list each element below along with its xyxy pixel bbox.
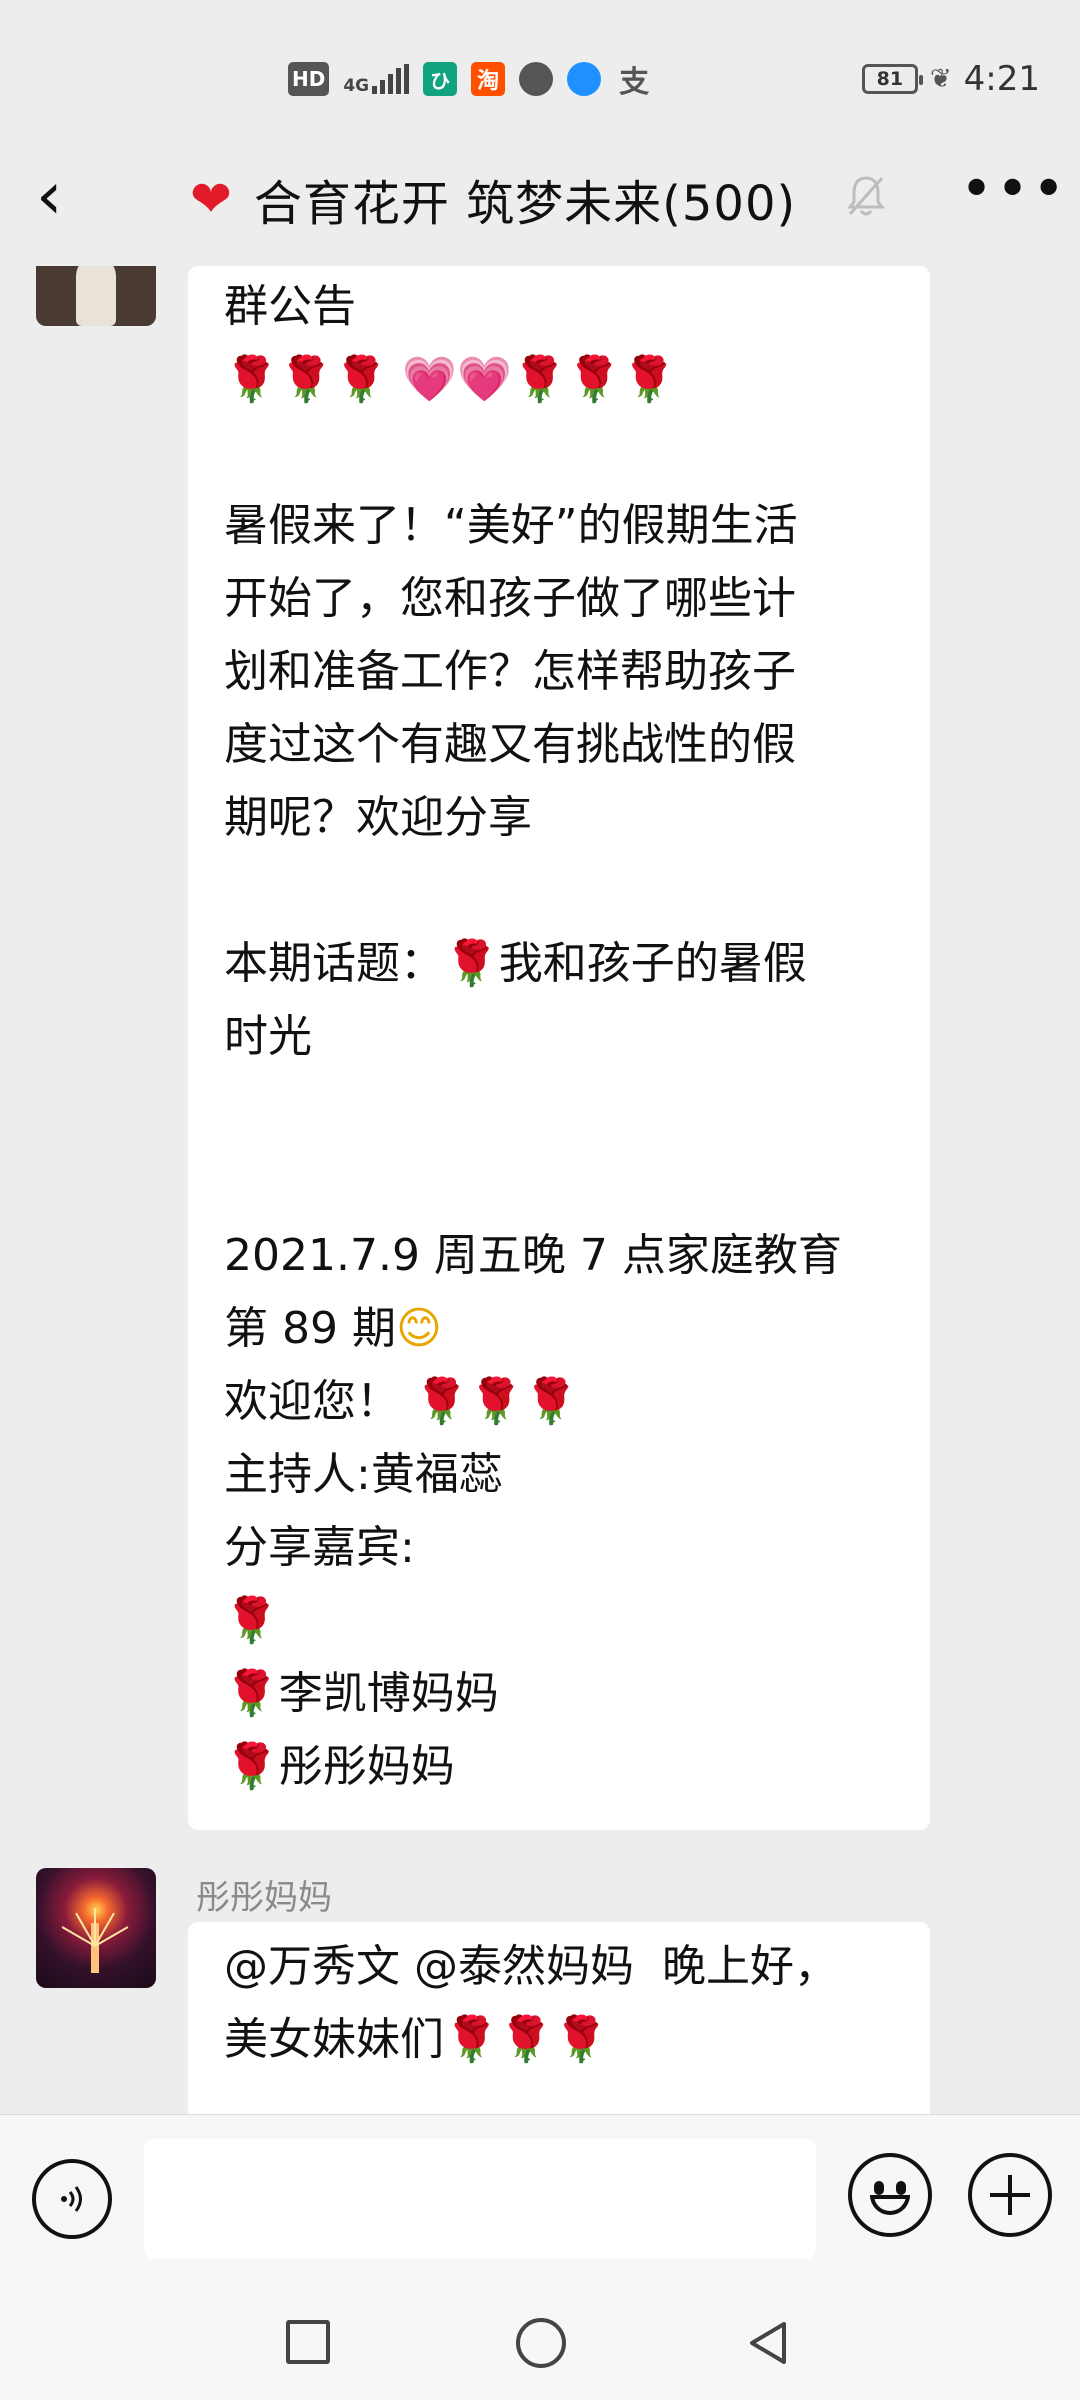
message-line: 🌹彤彤妈妈 bbox=[224, 1741, 455, 1792]
browser-icon bbox=[567, 62, 602, 96]
message-line bbox=[224, 416, 894, 489]
rose-emoji: 🌹 bbox=[414, 1376, 469, 1427]
heart-emoji: 💗 bbox=[457, 354, 512, 405]
title-group: ❤ 合育花开 筑梦未来(500) bbox=[190, 164, 796, 234]
rose-emoji: 🌹 bbox=[444, 938, 499, 989]
status-bar: HD 4G ひ 淘 支 81 ❦ 4:21 bbox=[0, 0, 1080, 140]
message-line: 开始了，您和孩子做了哪些计 bbox=[224, 573, 796, 624]
avatar[interactable] bbox=[36, 266, 156, 326]
input-bar bbox=[0, 2114, 1080, 2284]
battery-level: 81 bbox=[876, 68, 904, 90]
message-list[interactable]: 群公告 🌹🌹🌹 💗💗🌹🌹🌹 暑假来了！“美好”的假期生活 开始了，您和孩子做了哪些计划… bbox=[0, 266, 1080, 2114]
message-line: 划和准备工作？怎样帮助孩子 bbox=[224, 646, 796, 697]
recent-apps-icon[interactable] bbox=[286, 2320, 330, 2364]
rose-emoji: 🌹 bbox=[278, 354, 334, 405]
avatar[interactable] bbox=[36, 1868, 156, 1988]
message-line: 🌹李凯博妈妈 bbox=[224, 1668, 499, 1719]
message-line: 暑假来了！“美好”的假期生活 bbox=[224, 500, 798, 551]
message-line: 第 89 期😊 bbox=[224, 1303, 442, 1354]
qq-icon bbox=[519, 62, 554, 96]
message-line: 🌹 bbox=[224, 1584, 894, 1657]
message-line: 期呢？欢迎分享 bbox=[224, 792, 532, 843]
signal-icon: 4G bbox=[343, 64, 410, 96]
back-arrow-icon[interactable]: ‹ bbox=[36, 163, 96, 229]
rose-emoji: 🌹 bbox=[566, 354, 622, 405]
smile-emoji: 😊 bbox=[396, 1303, 442, 1354]
home-icon[interactable] bbox=[516, 2318, 566, 2368]
rose-emoji: 🌹 bbox=[224, 1595, 279, 1646]
leaf-icon: ❦ bbox=[929, 64, 952, 94]
message-line: 度过这个有趣又有挑战性的假 bbox=[224, 719, 796, 770]
mute-bell-icon bbox=[846, 174, 886, 227]
more-icon[interactable]: ••• bbox=[960, 162, 1068, 218]
rose-emoji: 🌹 bbox=[553, 2014, 609, 2065]
voice-icon[interactable] bbox=[32, 2159, 112, 2239]
message-line bbox=[224, 1146, 894, 1219]
rose-emoji: 🌹 bbox=[224, 354, 279, 405]
message-line: 美女妹妹们🌹🌹🌹 bbox=[224, 2014, 609, 2065]
message-line: @万秀文 @泰然妈妈 晚上好， bbox=[224, 1941, 838, 1992]
rose-emoji: 🌹 bbox=[224, 1668, 279, 1719]
system-nav-bar bbox=[0, 2284, 1080, 2400]
message-line: 本期话题：🌹我和孩子的暑假 bbox=[224, 938, 807, 989]
message-line bbox=[224, 1073, 894, 1146]
status-right: 81 ❦ 4:21 bbox=[861, 58, 1040, 100]
battery-icon: 81 bbox=[861, 64, 923, 94]
emoji-icon[interactable] bbox=[848, 2153, 932, 2237]
network-type: 4G bbox=[343, 76, 370, 96]
plus-icon[interactable] bbox=[968, 2153, 1052, 2237]
message-bubble[interactable]: @万秀文 @泰然妈妈 晚上好， 美女妹妹们🌹🌹🌹 bbox=[188, 1922, 930, 2114]
chat-title: 合育花开 筑梦未来(500) bbox=[253, 176, 797, 232]
message-line bbox=[224, 854, 894, 927]
rose-emoji: 🌹 bbox=[333, 354, 389, 405]
clock: 4:21 bbox=[963, 59, 1040, 99]
message-bubble[interactable]: 群公告 🌹🌹🌹 💗💗🌹🌹🌹 暑假来了！“美好”的假期生活 开始了，您和孩子做了哪些计划… bbox=[188, 266, 930, 1830]
heart-emoji: 💗 bbox=[402, 354, 458, 405]
alipay-icon: 支 bbox=[619, 65, 650, 100]
message-line: 群公告 bbox=[224, 281, 356, 332]
message-line: 🌹🌹🌹 💗💗🌹🌹🌹 bbox=[224, 343, 894, 416]
heart-icon: ❤ bbox=[190, 170, 232, 228]
sender-name: 彤彤妈妈 bbox=[196, 1878, 332, 1918]
taobao-icon: 淘 bbox=[471, 62, 506, 96]
rose-emoji: 🌹 bbox=[523, 1376, 579, 1427]
message-line: 2021.7.9 周五晚 7 点家庭教育 bbox=[224, 1230, 842, 1281]
rose-emoji: 🌹 bbox=[444, 2014, 499, 2065]
hd-icon: HD bbox=[288, 62, 330, 96]
rose-emoji: 🌹 bbox=[224, 1741, 279, 1792]
chat-header: ‹ ❤ 合育花开 筑梦未来(500) ••• bbox=[0, 140, 1080, 266]
message-line: 欢迎您！ 🌹🌹🌹 bbox=[224, 1376, 579, 1427]
back-triangle-icon[interactable] bbox=[744, 2318, 794, 2368]
message-line: 主持人:黄福蕊 bbox=[224, 1449, 503, 1500]
rose-emoji: 🌹 bbox=[621, 354, 677, 405]
rose-emoji: 🌹 bbox=[468, 1376, 524, 1427]
rose-emoji: 🌹 bbox=[498, 2014, 554, 2065]
message-line: 分享嘉宾: bbox=[224, 1522, 415, 1573]
message-input[interactable] bbox=[144, 2139, 816, 2259]
status-icons: HD 4G ひ 淘 支 bbox=[288, 58, 653, 100]
rose-emoji: 🌹 bbox=[511, 354, 567, 405]
message-line: 时光 bbox=[224, 1011, 312, 1062]
mi-app-icon: ひ bbox=[423, 62, 458, 96]
